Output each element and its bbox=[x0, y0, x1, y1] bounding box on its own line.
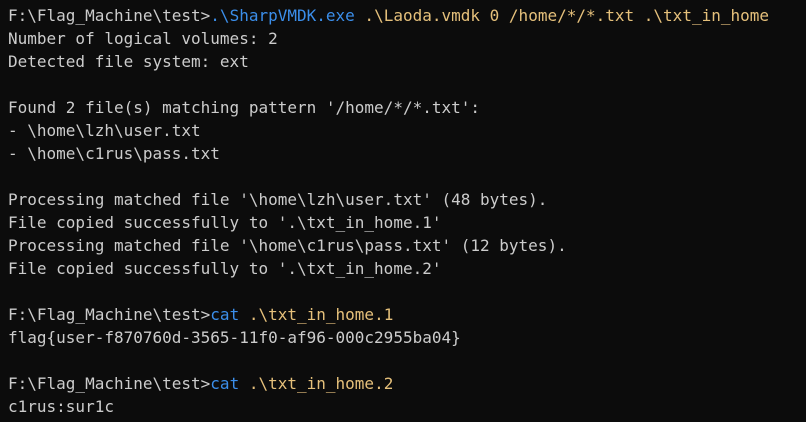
terminal-line: Number of logical volumes: 2 bbox=[8, 27, 806, 50]
terminal-output: F:\Flag_Machine\test>.\SharpVMDK.exe .\L… bbox=[8, 4, 806, 418]
terminal-line: - \home\c1rus\pass.txt bbox=[8, 142, 806, 165]
output-text: - \home\c1rus\pass.txt bbox=[8, 144, 220, 163]
output-text: c1rus:sur1c bbox=[8, 397, 114, 416]
output-text: Processing matched file '\home\lzh\user.… bbox=[8, 190, 548, 209]
terminal-line: F:\Flag_Machine\test>cat .\txt_in_home.1 bbox=[8, 303, 806, 326]
terminal-line: F:\Flag_Machine\test>.\SharpVMDK.exe .\L… bbox=[8, 4, 806, 27]
terminal-line: File copied successfully to '.\txt_in_ho… bbox=[8, 211, 806, 234]
prompt-path: F:\Flag_Machine\test> bbox=[8, 305, 211, 324]
terminal-line: Processing matched file '\home\c1rus\pas… bbox=[8, 234, 806, 257]
command-arguments: .\txt_in_home.1 bbox=[239, 305, 394, 324]
output-text: File copied successfully to '.\txt_in_ho… bbox=[8, 259, 442, 278]
terminal-line: Processing matched file '\home\lzh\user.… bbox=[8, 188, 806, 211]
output-text: Number of logical volumes: 2 bbox=[8, 29, 278, 48]
command-name: cat bbox=[210, 305, 240, 324]
command-arguments: .\txt_in_home.2 bbox=[239, 374, 394, 393]
output-text: Found 2 file(s) matching pattern '/home/… bbox=[8, 98, 481, 117]
terminal-line: flag{user-f870760d-3565-11f0-af96-000c29… bbox=[8, 326, 806, 349]
output-text: File copied successfully to '.\txt_in_ho… bbox=[8, 213, 442, 232]
command-arguments: .\Laoda.vmdk 0 /home/*/*.txt .\txt_in_ho… bbox=[354, 6, 770, 25]
terminal-line: c1rus:sur1c bbox=[8, 395, 806, 418]
prompt-path: F:\Flag_Machine\test> bbox=[8, 374, 211, 393]
output-text: Processing matched file '\home\c1rus\pas… bbox=[8, 236, 567, 255]
terminal-line: Detected file system: ext bbox=[8, 50, 806, 73]
terminal-line: F:\Flag_Machine\test>cat .\txt_in_home.2 bbox=[8, 372, 806, 395]
terminal-line: File copied successfully to '.\txt_in_ho… bbox=[8, 257, 806, 280]
output-text: Detected file system: ext bbox=[8, 52, 249, 71]
output-text: flag{user-f870760d-3565-11f0-af96-000c29… bbox=[8, 328, 461, 347]
output-text: - \home\lzh\user.txt bbox=[8, 121, 201, 140]
terminal-line: - \home\lzh\user.txt bbox=[8, 119, 806, 142]
prompt-path: F:\Flag_Machine\test> bbox=[8, 6, 211, 25]
command-name: cat bbox=[210, 374, 240, 393]
terminal-line: Found 2 file(s) matching pattern '/home/… bbox=[8, 96, 806, 119]
terminal-window[interactable]: F:\Flag_Machine\test>.\SharpVMDK.exe .\L… bbox=[0, 0, 806, 422]
command-name: .\SharpVMDK.exe bbox=[210, 6, 355, 25]
